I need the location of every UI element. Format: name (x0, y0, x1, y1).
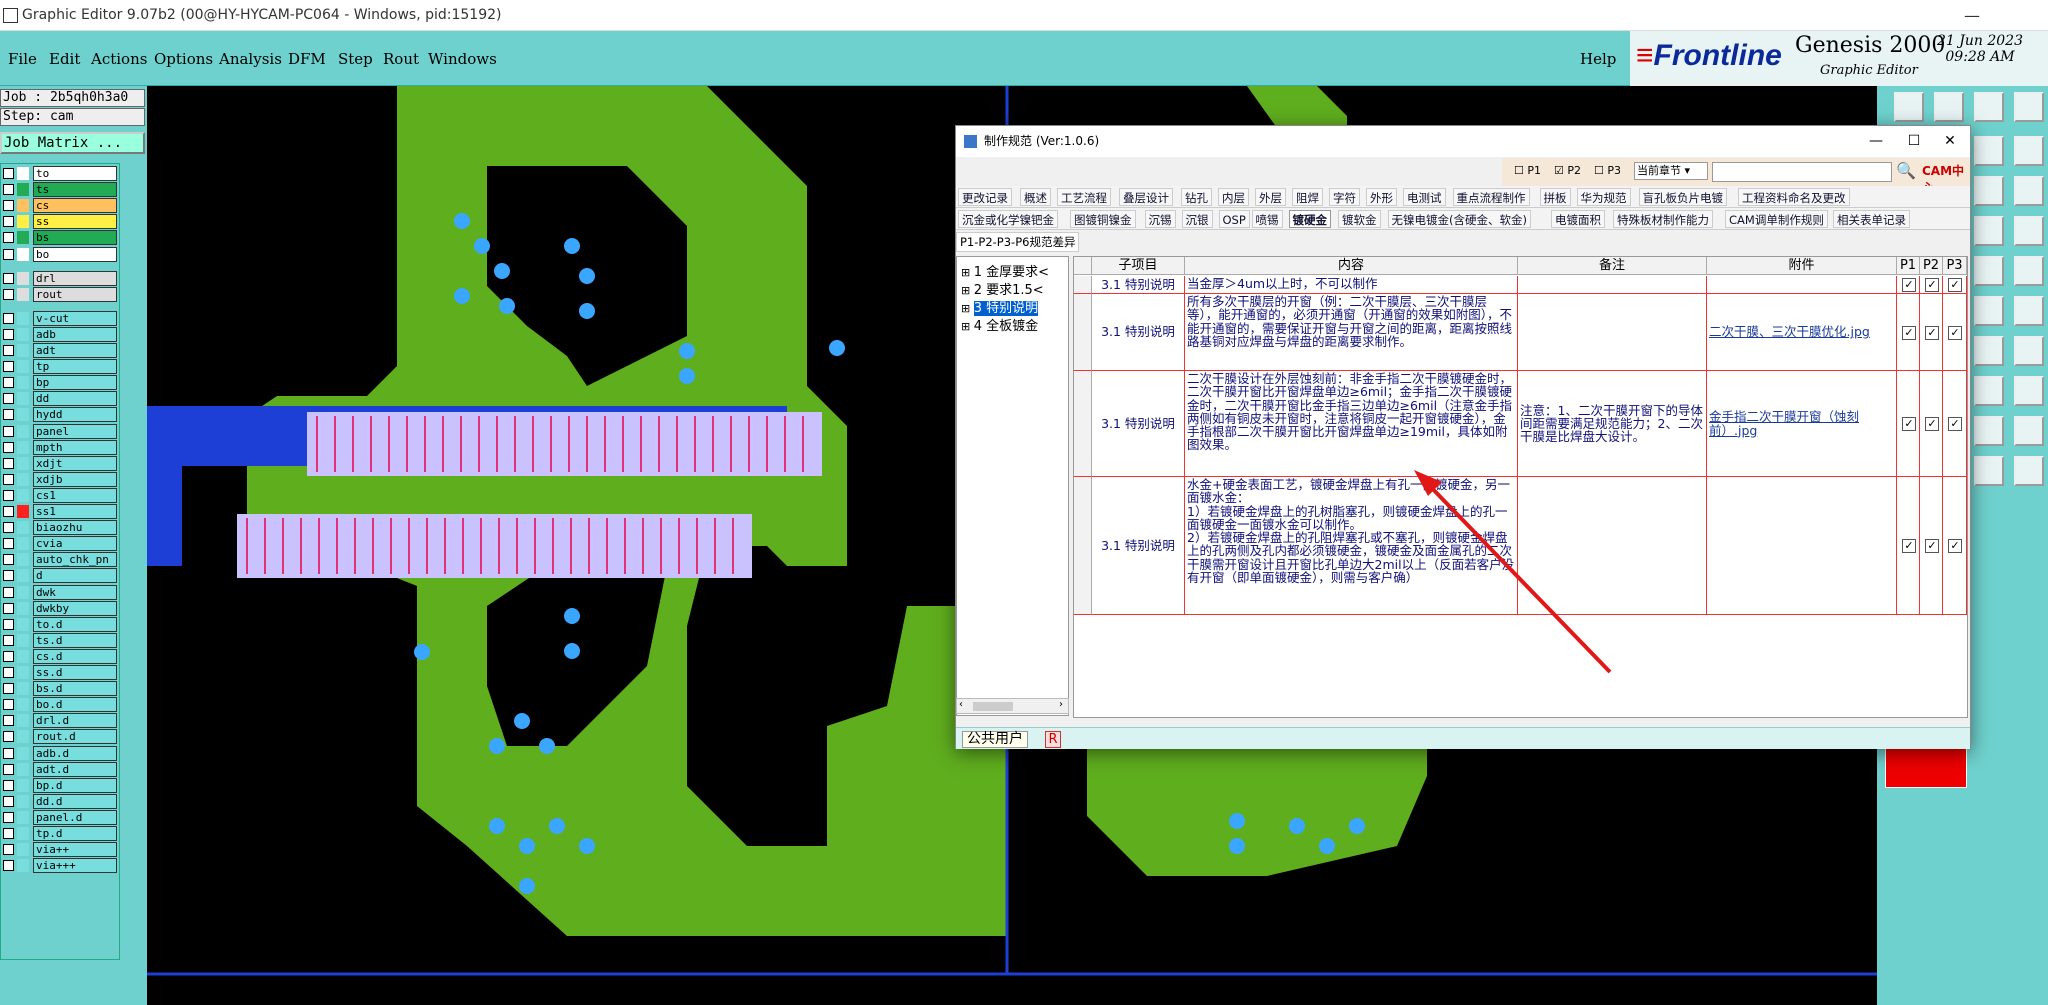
annotation-overlay (1414, 470, 1612, 674)
annotation-arrow (1422, 478, 1612, 674)
screen: Graphic Editor 9.07b2 (00@HY-HYCAM-PC064… (0, 0, 2048, 1005)
